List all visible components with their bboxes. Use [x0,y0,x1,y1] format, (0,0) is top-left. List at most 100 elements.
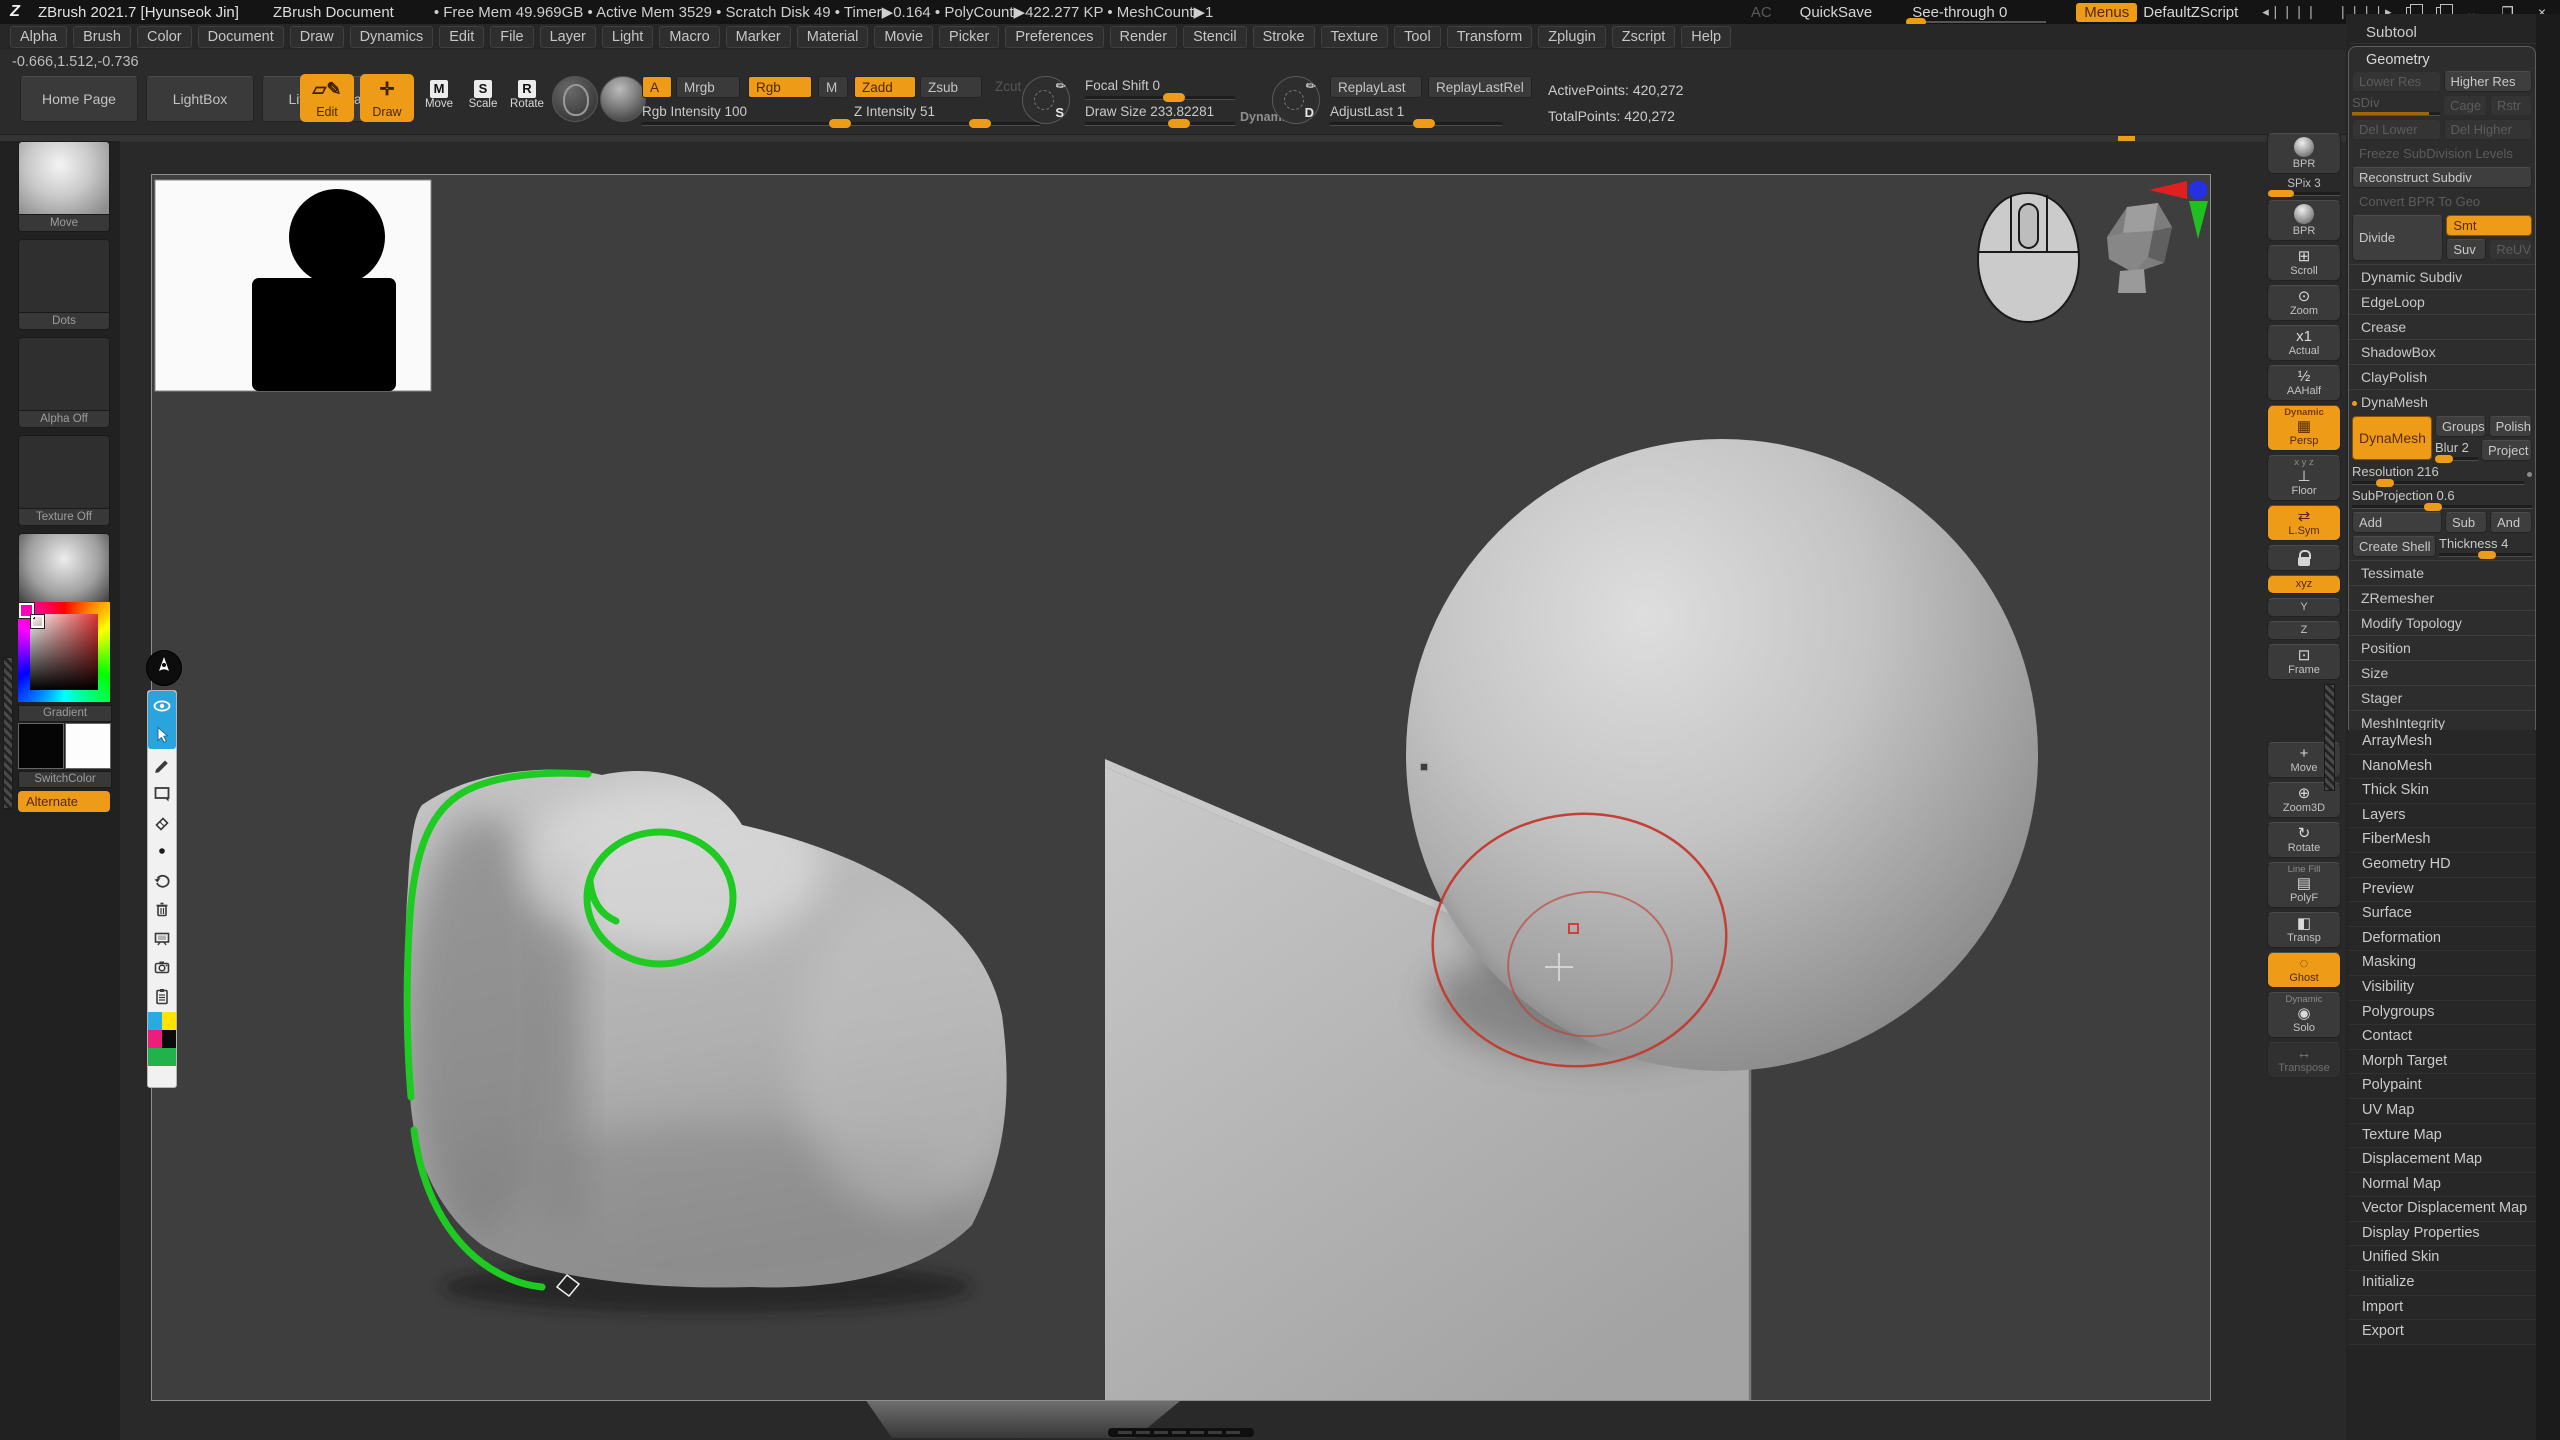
right-shelf-button[interactable]: Dynamic ▦ Persp [2267,405,2341,451]
rgb-button[interactable]: Rgb [748,76,812,98]
reconstruct-subdiv-button[interactable]: Reconstruct Subdiv [2352,167,2532,188]
color-picker[interactable] [18,602,110,702]
palette-section-row[interactable]: Geometry HD [2348,853,2536,878]
secondary-color-swatch[interactable] [65,723,111,769]
right-shelf-button[interactable]: Z [2267,621,2341,640]
see-through-track[interactable] [1906,21,2046,23]
dynamesh-section[interactable]: DynaMesh [2349,389,2535,414]
left-tray-toggle-icon[interactable]: ◂❘❘❘❘ [2262,4,2317,20]
right-shelf-button[interactable] [2267,545,2341,571]
color-green-swatch[interactable] [148,1048,176,1066]
alternate-button[interactable]: Alternate [18,791,110,812]
palette-section-row[interactable]: FiberMesh [2348,828,2536,853]
lower-res-button[interactable]: Lower Res [2352,71,2441,92]
palette-section-row[interactable]: Morph Target [2348,1050,2536,1075]
menus-button[interactable]: Menus [2076,3,2137,22]
convert-bpr-button[interactable]: Convert BPR To Geo [2352,191,2532,212]
menu-item[interactable]: Movie [874,26,933,48]
tray-tile[interactable]: Texture Off [18,435,110,526]
tray-tile[interactable]: Move [18,141,110,232]
sv-selector[interactable] [31,615,44,628]
menu-item[interactable]: Help [1681,26,1731,48]
palette-section-row[interactable]: Thick Skin [2348,779,2536,804]
menu-item[interactable]: Zplugin [1538,26,1606,48]
reuv-button[interactable]: ReUV [2489,239,2532,260]
palette-section-row[interactable]: Masking [2348,951,2536,976]
menu-item[interactable]: Stencil [1183,26,1247,48]
scale-gyro-button[interactable]: S Scale [462,80,504,110]
document-preview-thumbnail[interactable] [155,180,431,391]
palette-section-row[interactable]: NanoMesh [2348,755,2536,780]
freeze-subdivision-button[interactable]: Freeze SubDivision Levels [2352,143,2532,164]
tray-thumbnail[interactable] [18,337,110,411]
zadd-button[interactable]: Zadd [854,76,916,98]
focal-shift-slider[interactable]: Focal Shift 0 [1085,78,1235,100]
gradient-label[interactable]: Gradient [18,705,112,722]
zremesher-section[interactable]: ZRemesher [2349,585,2535,610]
higher-res-button[interactable]: Higher Res [2444,71,2533,92]
blur-slider[interactable]: Blur 2 [2435,440,2478,461]
m-button[interactable]: M [818,76,848,98]
mrgb-button[interactable]: Mrgb [676,76,740,98]
spix-slider[interactable]: SPix 3 [2268,178,2340,196]
palette-section-row[interactable]: Import [2348,1296,2536,1321]
a-button[interactable]: A [642,76,672,98]
palette-section-row[interactable]: Contact [2348,1025,2536,1050]
menu-item[interactable]: Zscript [1612,26,1676,48]
menu-item[interactable]: Preferences [1005,26,1103,48]
thickness-slider[interactable]: Thickness 4 [2439,536,2532,557]
shape-rectangle-icon[interactable] [148,778,176,807]
smt-button[interactable]: Smt [2446,215,2532,236]
rstr-button[interactable]: Rstr [2490,95,2532,116]
menu-item[interactable]: Layer [540,26,596,48]
palette-section-row[interactable]: Texture Map [2348,1124,2536,1149]
menu-item[interactable]: Color [137,26,192,48]
meshintegrity-section[interactable]: Stager [2349,685,2535,710]
zsub-button[interactable]: Zsub [920,76,982,98]
palette-section-row[interactable]: Normal Map [2348,1173,2536,1198]
alpha-d-icon[interactable]: ✎ D [1272,76,1320,124]
menu-item[interactable]: Stroke [1253,26,1315,48]
shadowbox-section[interactable]: ShadowBox [2349,339,2535,364]
menu-item[interactable]: Light [602,26,653,48]
crease-section[interactable]: Crease [2349,314,2535,339]
right-shelf-button[interactable]: BPR [2267,200,2341,241]
palette-section-row[interactable]: Display Properties [2348,1222,2536,1247]
pen-tool-icon[interactable] [148,749,176,778]
right-shelf-button[interactable]: ◌ Ghost [2267,952,2341,988]
menu-item[interactable]: Marker [726,26,791,48]
polish-button[interactable]: Polish [2489,416,2532,437]
right-shelf-button[interactable]: ⇄ L.Sym [2267,505,2341,541]
lightbox-button[interactable]: LightBox [146,76,254,122]
undo-icon[interactable] [148,865,176,894]
palette-section-row[interactable]: Initialize [2348,1271,2536,1296]
add-button[interactable]: Add [2352,512,2442,533]
right-shelf-button[interactable]: ↔ Transpose [2267,1042,2341,1078]
claypolish-section[interactable]: ClayPolish [2349,364,2535,389]
menu-item[interactable]: File [490,26,533,48]
adjust-last-slider[interactable]: AdjustLast 1 [1330,104,1502,126]
right-shelf-button[interactable]: ◧ Transp [2267,912,2341,948]
panel-scroll-gutter[interactable] [2536,14,2560,1440]
cage-button[interactable]: Cage [2443,95,2487,116]
replay-last-button[interactable]: ReplayLast [1330,76,1422,98]
menu-item[interactable]: Alpha [10,26,67,48]
right-shelf-button[interactable]: x y z ⊥ Floor [2267,455,2341,501]
trash-icon[interactable] [148,894,176,923]
palette-section-row[interactable]: Layers [2348,804,2536,829]
color-magenta-swatch[interactable] [148,1030,162,1048]
del-higher-button[interactable]: Del Higher [2444,119,2533,140]
right-shelf-button[interactable]: x1 Actual [2267,325,2341,361]
home-page-button[interactable]: Home Page [20,76,138,122]
ac-toggle[interactable]: AC [1751,4,1772,21]
tray-tile[interactable]: Dots [18,239,110,330]
dynamic-subdiv-section[interactable]: Dynamic Subdiv [2349,264,2535,289]
position-section[interactable]: Position [2349,635,2535,660]
camera-screenshot-icon[interactable] [148,952,176,981]
menu-item[interactable]: Texture [1321,26,1389,48]
menu-item[interactable]: Transform [1447,26,1533,48]
right-shelf-button[interactable]: ½ AAHalf [2267,365,2341,401]
create-shell-button[interactable]: Create Shell [2352,536,2436,557]
project-button[interactable]: Project [2481,440,2532,461]
clipboard-icon[interactable] [148,981,176,1010]
